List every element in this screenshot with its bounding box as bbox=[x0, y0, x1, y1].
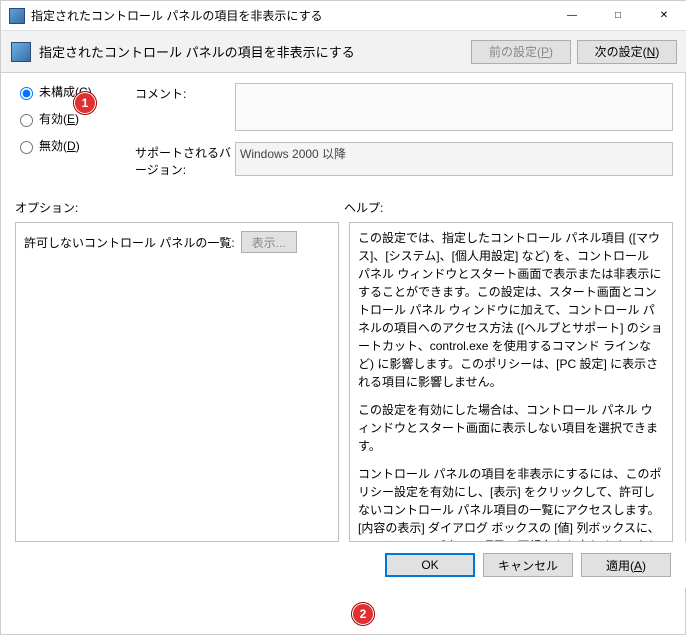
supported-text: Windows 2000 以降 bbox=[235, 142, 673, 176]
radio-enabled[interactable]: 有効(E) bbox=[15, 110, 135, 127]
policy-title: 指定されたコントロール パネルの項目を非表示にする bbox=[39, 42, 465, 61]
dialog-buttons: OK キャンセル 適用(A) bbox=[1, 542, 686, 588]
app-icon bbox=[9, 8, 25, 24]
comment-label: コメント: bbox=[135, 83, 235, 134]
window-title: 指定されたコントロール パネルの項目を非表示にする bbox=[31, 7, 549, 24]
titlebar: 指定されたコントロール パネルの項目を非表示にする — □ ✕ bbox=[1, 1, 686, 31]
options-panel: 許可しないコントロール パネルの一覧: 表示... bbox=[15, 222, 339, 542]
state-radios: 未構成(C) 有効(E) 無効(D) bbox=[15, 83, 135, 187]
radio-disabled[interactable]: 無効(D) bbox=[15, 137, 135, 154]
main-content: 未構成(C) 有効(E) 無効(D) コメント: bbox=[1, 73, 686, 542]
maximize-button[interactable]: □ bbox=[595, 1, 641, 31]
show-button[interactable]: 表示... bbox=[241, 231, 297, 253]
next-setting-button[interactable]: 次の設定(N) bbox=[577, 40, 677, 64]
help-heading: ヘルプ: bbox=[344, 199, 673, 216]
help-paragraph: コントロール パネルの項目を非表示にするには、このポリシー設定を有効にし、[表示… bbox=[358, 465, 664, 542]
ok-button[interactable]: OK bbox=[385, 553, 475, 577]
help-panel[interactable]: この設定では、指定したコントロール パネル項目 ([マウス]、[システム]、[個… bbox=[349, 222, 673, 542]
comment-textarea[interactable] bbox=[235, 83, 673, 131]
help-paragraph: この設定を有効にした場合は、コントロール パネル ウィンドウとスタート画面に表示… bbox=[358, 401, 664, 455]
minimize-button[interactable]: — bbox=[549, 1, 595, 31]
prev-setting-button[interactable]: 前の設定(P) bbox=[471, 40, 571, 64]
supported-label: サポートされるバージョン: bbox=[135, 142, 235, 179]
help-paragraph: この設定では、指定したコントロール パネル項目 ([マウス]、[システム]、[個… bbox=[358, 229, 664, 391]
disallow-list-label: 許可しないコントロール パネルの一覧: bbox=[24, 234, 235, 251]
apply-button[interactable]: 適用(A) bbox=[581, 553, 671, 577]
options-heading: オプション: bbox=[15, 199, 344, 216]
annotation-2: 2 bbox=[353, 604, 373, 624]
header-banner: 指定されたコントロール パネルの項目を非表示にする 前の設定(P) 次の設定(N… bbox=[1, 31, 686, 73]
policy-icon bbox=[11, 42, 31, 62]
radio-not-configured[interactable]: 未構成(C) bbox=[15, 83, 135, 100]
cancel-button[interactable]: キャンセル bbox=[483, 553, 573, 577]
close-button[interactable]: ✕ bbox=[641, 1, 686, 31]
